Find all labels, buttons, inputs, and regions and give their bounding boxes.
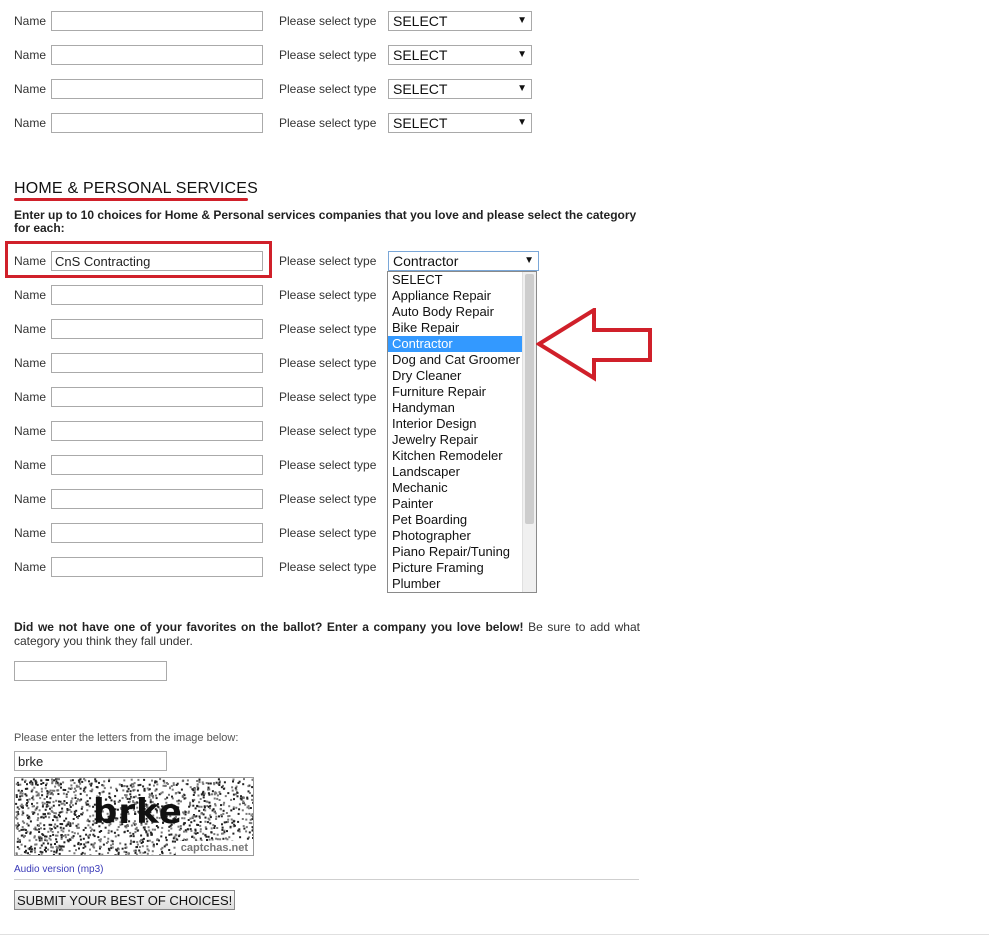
write-in-input[interactable] — [14, 661, 167, 681]
name-input[interactable] — [51, 523, 263, 543]
name-label: Name — [14, 458, 47, 472]
missing-favorite-text: Did we not have one of your favorites on… — [14, 620, 640, 648]
dropdown-scrollbar[interactable] — [522, 272, 536, 592]
dropdown-option[interactable]: Furniture Repair — [388, 384, 526, 400]
name-input[interactable] — [51, 557, 263, 577]
name-input[interactable] — [51, 387, 263, 407]
name-label: Name — [14, 82, 47, 96]
dropdown-arrow-icon: ▼ — [524, 255, 534, 266]
type-select[interactable]: SELECT ▼ — [388, 79, 532, 99]
name-label: Name — [14, 288, 47, 302]
type-label: Please select type — [279, 492, 377, 506]
name-input[interactable] — [51, 455, 263, 475]
dropdown-option[interactable]: Auto Body Repair — [388, 304, 526, 320]
select-value: SELECT — [393, 13, 448, 29]
dropdown-option[interactable]: Dog and Cat Groomer — [388, 352, 526, 368]
type-label: Please select type — [279, 424, 377, 438]
name-input[interactable] — [51, 11, 263, 31]
dropdown-option[interactable]: Landscaper — [388, 464, 526, 480]
dropdown-option[interactable]: Jewelry Repair — [388, 432, 526, 448]
name-label: Name — [14, 390, 47, 404]
type-label: Please select type — [279, 48, 377, 62]
name-label: Name — [14, 526, 47, 540]
type-dropdown-list[interactable]: SELECT Appliance Repair Auto Body Repair Bi… — [387, 271, 537, 593]
name-input[interactable] — [51, 45, 263, 65]
type-label: Please select type — [279, 82, 377, 96]
missing-favorite-bold: Did we not have one of your favorites on… — [14, 620, 524, 634]
name-label: Name — [14, 14, 47, 28]
type-select[interactable]: Contractor ▼ — [388, 251, 539, 271]
dropdown-arrow-icon: ▼ — [517, 49, 527, 60]
name-label: Name — [14, 356, 47, 370]
name-input[interactable] — [51, 489, 263, 509]
dropdown-option[interactable]: Contractor — [388, 336, 526, 352]
dropdown-option[interactable]: Dry Cleaner — [388, 368, 526, 384]
select-value: Contractor — [393, 253, 459, 269]
dropdown-option[interactable]: Pet Boarding — [388, 512, 526, 528]
select-value: SELECT — [393, 47, 448, 63]
type-label: Please select type — [279, 560, 377, 574]
title-annotation-underline — [14, 198, 248, 201]
name-input[interactable] — [51, 353, 263, 373]
dropdown-option[interactable]: Plumber — [388, 576, 526, 592]
name-input[interactable] — [51, 285, 263, 305]
section-intro: Enter up to 10 choices for Home & Person… — [14, 208, 637, 235]
name-input[interactable] — [51, 421, 263, 441]
type-label: Please select type — [279, 14, 377, 28]
name-label: Name — [14, 560, 47, 574]
type-select[interactable]: SELECT ▼ — [388, 45, 532, 65]
type-select[interactable]: SELECT ▼ — [388, 113, 532, 133]
dropdown-option[interactable]: Painter — [388, 496, 526, 512]
captcha-image: brke captchas.net — [14, 777, 254, 856]
captcha-input[interactable] — [14, 751, 167, 771]
name-label: Name — [14, 48, 47, 62]
name-label: Name — [14, 424, 47, 438]
name-annotation-box — [5, 241, 272, 278]
name-input[interactable] — [51, 319, 263, 339]
type-label: Please select type — [279, 356, 377, 370]
name-label: Name — [14, 116, 47, 130]
dropdown-option[interactable]: Handyman — [388, 400, 526, 416]
submit-button[interactable]: SUBMIT YOUR BEST OF CHOICES! — [14, 890, 236, 910]
name-label: Name — [14, 492, 47, 506]
type-label: Please select type — [279, 322, 377, 336]
name-input[interactable] — [51, 79, 263, 99]
section-title: HOME & PERSONAL SERVICES — [14, 180, 258, 197]
captcha-word: brke — [93, 792, 183, 832]
dropdown-scroll-thumb[interactable] — [525, 274, 534, 524]
ballot-page: Name Please select type SELECT ▼ Name Ple… — [0, 0, 989, 936]
dropdown-arrow-icon: ▼ — [517, 15, 527, 26]
name-input[interactable] — [51, 113, 263, 133]
type-label: Please select type — [279, 390, 377, 404]
dropdown-option[interactable]: Interior Design — [388, 416, 526, 432]
dropdown-options: SELECT Appliance Repair Auto Body Repair Bi… — [388, 272, 536, 592]
type-label: Please select type — [279, 288, 377, 302]
audio-version-link[interactable]: Audio version (mp3) — [14, 864, 103, 875]
select-value: SELECT — [393, 81, 448, 97]
captcha-label: Please enter the letters from the image … — [14, 732, 239, 744]
type-select[interactable]: SELECT ▼ — [388, 11, 532, 31]
name-label: Name — [14, 322, 47, 336]
dropdown-option[interactable]: Appliance Repair — [388, 288, 526, 304]
dropdown-option[interactable]: Mechanic — [388, 480, 526, 496]
dropdown-arrow-icon: ▼ — [517, 83, 527, 94]
annotation-arrow-icon — [536, 308, 652, 382]
dropdown-option[interactable]: Photographer — [388, 528, 526, 544]
select-value: SELECT — [393, 115, 448, 131]
page-bottom-divider — [0, 934, 989, 935]
dropdown-option[interactable]: SELECT — [388, 272, 526, 288]
divider — [14, 879, 639, 880]
captcha-brand: captchas.net — [175, 841, 253, 855]
type-label: Please select type — [279, 254, 377, 268]
dropdown-option[interactable]: Kitchen Remodeler — [388, 448, 526, 464]
dropdown-option[interactable]: Picture Framing — [388, 560, 526, 576]
dropdown-option[interactable]: Bike Repair — [388, 320, 526, 336]
type-label: Please select type — [279, 116, 377, 130]
type-label: Please select type — [279, 458, 377, 472]
dropdown-option[interactable]: Piano Repair/Tuning — [388, 544, 526, 560]
type-label: Please select type — [279, 526, 377, 540]
dropdown-arrow-icon: ▼ — [517, 117, 527, 128]
